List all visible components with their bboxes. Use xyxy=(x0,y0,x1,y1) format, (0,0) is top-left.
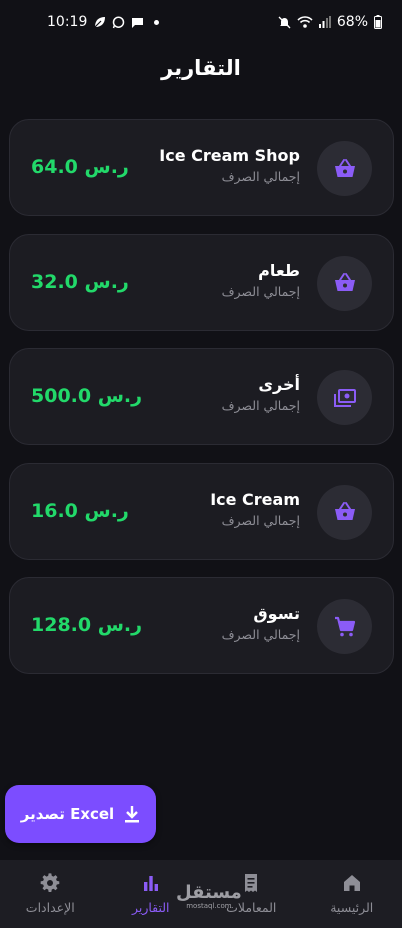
status-time: 10:19 xyxy=(47,14,88,30)
nav-label-reports: التقارير xyxy=(131,900,170,915)
nav-label-settings: الإعدادات xyxy=(25,900,75,915)
nav-item-home[interactable]: الرئيسية xyxy=(302,873,402,915)
report-card[interactable]: طعام إجمالي الصرف 32.0 ر.س xyxy=(9,233,394,331)
nav-label-home: الرئيسية xyxy=(330,900,374,915)
report-amount: 16.0 ر.س xyxy=(31,499,129,522)
basket-icon xyxy=(317,141,372,196)
report-name: طعام xyxy=(258,260,300,280)
report-card[interactable]: Ice Cream Shop إجمالي الصرف 64.0 ر.س xyxy=(9,119,394,216)
gear-icon xyxy=(40,873,60,896)
status-bar: 10:19 68% xyxy=(0,0,402,44)
report-amount: 128.0 ر.س xyxy=(31,614,143,636)
report-text: Ice Cream إجمالي الصرف xyxy=(100,489,300,530)
report-amount: 32.0 ر.س xyxy=(31,270,129,293)
notification-dot xyxy=(154,19,160,25)
cash-icon xyxy=(317,370,372,425)
report-card[interactable]: تسوق إجمالي الصرف 128.0 ر.س xyxy=(9,577,394,674)
bar-chart-icon xyxy=(141,873,161,896)
report-subtitle: إجمالي الصرف xyxy=(221,283,300,299)
report-text: Ice Cream Shop إجمالي الصرف xyxy=(100,145,300,186)
receipt-icon xyxy=(241,873,261,896)
cart-icon xyxy=(317,599,372,654)
leaf-icon xyxy=(93,16,106,29)
export-label: تصدير Excel xyxy=(20,805,115,823)
whatsapp-icon xyxy=(112,15,125,29)
report-card[interactable]: Ice Cream إجمالي الصرف 16.0 ر.س xyxy=(9,462,394,560)
nav-item-settings[interactable]: الإعدادات xyxy=(0,873,100,915)
mute-icon xyxy=(278,16,291,29)
export-excel-button[interactable]: تصدير Excel xyxy=(5,785,156,843)
basket-icon xyxy=(317,255,372,311)
signal-icon xyxy=(318,16,331,28)
wifi-icon xyxy=(297,15,313,29)
battery-percent: 68% xyxy=(336,14,368,30)
home-icon xyxy=(342,873,362,896)
basket-icon xyxy=(317,484,372,540)
report-subtitle: إجمالي الصرف xyxy=(221,512,300,528)
report-amount: 64.0 ر.س xyxy=(31,156,129,178)
mostaql-watermark: مستقل mostaql.com xyxy=(176,884,242,911)
download-icon xyxy=(124,805,140,823)
watermark-main: مستقل xyxy=(176,882,242,903)
page-title: التقارير xyxy=(161,56,241,80)
status-left: 10:19 xyxy=(47,14,160,30)
report-amount: 500.0 ر.س xyxy=(31,385,143,407)
report-card[interactable]: أخرى إجمالي الصرف 500.0 ر.س xyxy=(9,348,394,445)
watermark-sub: mostaql.com xyxy=(186,902,232,910)
battery-icon xyxy=(374,15,382,29)
report-name: Ice Cream Shop xyxy=(159,146,300,165)
report-subtitle: إجمالي الصرف xyxy=(221,169,300,184)
report-text: طعام إجمالي الصرف xyxy=(100,260,300,301)
status-right: 68% xyxy=(278,14,382,30)
report-name: Ice Cream xyxy=(210,489,300,509)
report-list: Ice Cream Shop إجمالي الصرف 64.0 ر.س طعا… xyxy=(9,119,394,692)
reports-screen: 10:19 68% التقارير Ice Cream Shop إجمالي… xyxy=(0,0,402,928)
message-icon xyxy=(131,16,144,29)
